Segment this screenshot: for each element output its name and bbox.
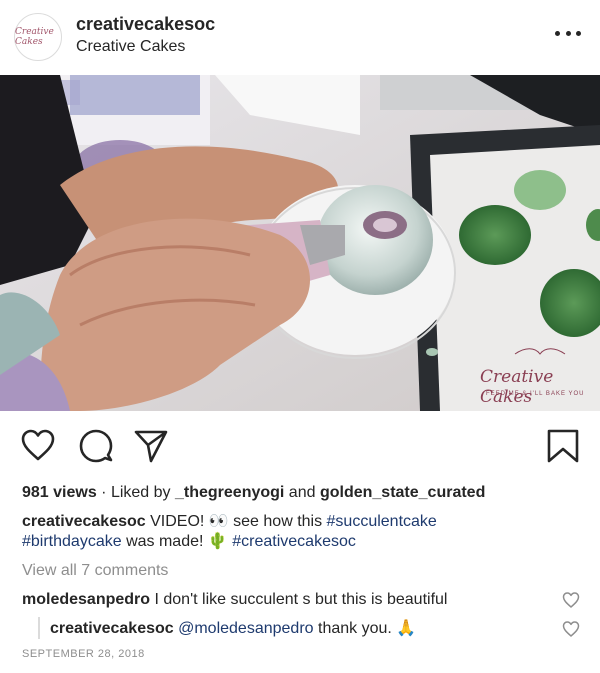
and-text: and xyxy=(284,484,320,501)
comment: moledesanpedro I don't like succulent s … xyxy=(22,590,447,610)
post-username[interactable]: creativecakesoc xyxy=(76,14,215,35)
comment-like-heart-icon[interactable] xyxy=(562,620,580,638)
caption-text: VIDEO! 👀 see how this xyxy=(145,513,327,530)
reply-comment: creativecakesoc @moledesanpedro thank yo… xyxy=(50,619,416,639)
comment-username[interactable]: creativecakesoc xyxy=(50,620,174,637)
views-count[interactable]: 981 views xyxy=(22,484,97,501)
mention-link[interactable]: @moledesanpedro xyxy=(178,620,313,637)
caption-username[interactable]: creativecakesoc xyxy=(22,513,146,530)
post-date[interactable]: SEPTEMBER 28, 2018 xyxy=(22,648,145,660)
liked-by-text: · Liked by xyxy=(96,484,175,501)
reply-indicator xyxy=(38,617,40,639)
liker-username[interactable]: _thegreenyogi xyxy=(175,484,284,501)
post-video[interactable] xyxy=(0,75,600,411)
caption-line-1: creativecakesoc VIDEO! 👀 see how this #s… xyxy=(22,512,437,532)
bookmark-icon[interactable] xyxy=(545,428,581,464)
hashtag-link[interactable]: #creativecakesoc xyxy=(232,533,356,550)
share-icon[interactable] xyxy=(133,428,169,464)
caption-text: was made! 🌵 xyxy=(121,533,233,550)
liker-username[interactable]: golden_state_curated xyxy=(320,484,485,501)
post-header: Creative Cakes creativecakesoc Creative … xyxy=(0,0,600,75)
heart-icon[interactable] xyxy=(20,428,56,464)
hashtag-link[interactable]: #birthdaycake xyxy=(22,533,122,550)
action-bar xyxy=(0,420,600,472)
avatar[interactable]: Creative Cakes xyxy=(14,13,62,61)
views-and-likes: 981 views · Liked by _thegreenyogi and g… xyxy=(22,483,485,503)
comment-username[interactable]: moledesanpedro xyxy=(22,591,150,608)
comment-icon[interactable] xyxy=(78,428,114,464)
view-all-comments-link[interactable]: View all 7 comments xyxy=(22,561,168,581)
avatar-logo-text: Creative Cakes xyxy=(15,27,54,47)
hashtag-link[interactable]: #succulentcake xyxy=(327,513,437,530)
watermark-tagline: FEED ME & I'LL BAKE YOU xyxy=(486,391,585,397)
watermark-logo: Creative Cakes xyxy=(480,367,554,407)
post-location[interactable]: Creative Cakes xyxy=(76,38,185,56)
video-frame-illustration xyxy=(0,75,600,411)
more-horizontal-icon[interactable] xyxy=(555,23,581,43)
comment-like-heart-icon[interactable] xyxy=(562,591,580,609)
comment-text: thank you. 🙏 xyxy=(313,620,417,637)
comment-text: I don't like succulent s but this is bea… xyxy=(150,591,448,608)
caption-line-2: #birthdaycake was made! 🌵 #creativecakes… xyxy=(22,532,356,552)
